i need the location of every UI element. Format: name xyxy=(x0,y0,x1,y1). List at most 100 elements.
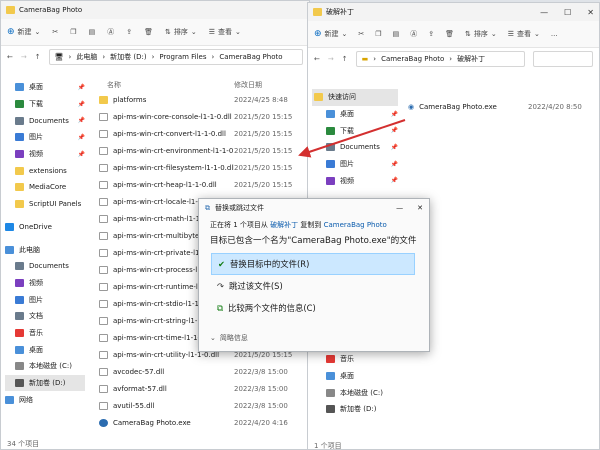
view-button[interactable]: ☰ 查看 ⌄ xyxy=(209,27,241,37)
file-copy-icon: ⧉ xyxy=(205,203,210,212)
rename-icon: Ⓐ xyxy=(107,28,115,36)
sidebar-item[interactable]: Documents 📌 xyxy=(312,139,398,156)
search-input[interactable] xyxy=(533,51,593,67)
list-item[interactable]: ◉ CameraBag Photo.exe 2022/4/20 8:50 xyxy=(408,98,598,115)
table-row[interactable]: api-ms-win-crt-environment-l1-1-0.dll 202… xyxy=(99,142,309,159)
destination-folder-link[interactable]: CameraBag Photo xyxy=(324,221,387,229)
sidebar-item[interactable]: 音乐 xyxy=(5,325,85,342)
sidebar-item[interactable]: 新加卷 (D:) xyxy=(5,374,85,392)
sidebar-item[interactable]: 图片 📌 xyxy=(312,156,398,173)
forward-arrow-icon[interactable]: → xyxy=(328,55,334,63)
left-window-title: CameraBag Photo xyxy=(19,6,83,14)
sidebar-item[interactable]: 快速访问 xyxy=(312,89,398,106)
breadcrumb-item[interactable]: 新加卷 (D:) xyxy=(110,52,146,62)
sidebar-item[interactable]: 网络 xyxy=(5,391,85,408)
sidebar-item[interactable]: 下载 📌 xyxy=(312,122,398,139)
file-date: 2022/3/8 15:00 xyxy=(234,401,288,410)
table-row[interactable]: api-ms-win-crt-convert-l1-1-0.dll 2021/5/… xyxy=(99,125,309,142)
date-column-header[interactable]: 修改日期 xyxy=(234,80,262,90)
copy-button[interactable]: ❐ xyxy=(375,30,381,38)
sidebar-item[interactable]: 视频 📌 xyxy=(5,146,85,163)
sidebar-item[interactable]: 视频 📌 xyxy=(312,172,398,189)
sidebar-item[interactable]: 此电脑 xyxy=(5,241,85,258)
copy-button[interactable]: ❐ xyxy=(70,28,76,36)
minimize-icon[interactable]: — xyxy=(396,204,403,212)
source-folder-link[interactable]: 破解补丁 xyxy=(270,221,298,229)
sidebar-item-label: 新加卷 (D:) xyxy=(340,405,377,414)
rename-button[interactable]: Ⓐ xyxy=(107,27,114,37)
sidebar-item[interactable]: extensions xyxy=(5,162,85,179)
sidebar-item[interactable]: 图片 📌 xyxy=(5,129,85,146)
sidebar-item[interactable]: 下载 📌 xyxy=(5,96,85,113)
table-row[interactable]: avformat-57.dll 2022/3/8 15:00 xyxy=(99,380,309,397)
rename-button[interactable]: Ⓐ xyxy=(410,29,417,39)
share-button[interactable]: ⇪ xyxy=(126,28,132,36)
view-button[interactable]: ☰ 查看 ⌄ xyxy=(508,29,540,39)
more-button[interactable]: ... xyxy=(551,30,558,38)
sidebar-item[interactable]: MediaCore xyxy=(5,179,85,196)
table-row[interactable]: api-ms-win-crt-filesystem-l1-1-0.dll 2021… xyxy=(99,159,309,176)
up-arrow-icon[interactable]: ↑ xyxy=(35,53,41,61)
sidebar-item[interactable]: ScriptUI Panels xyxy=(5,196,85,213)
sidebar-item[interactable]: 文档 xyxy=(5,308,85,325)
breadcrumb-item[interactable]: CameraBag Photo xyxy=(219,53,282,61)
table-row[interactable]: platforms 2022/4/25 8:48 xyxy=(99,91,309,108)
scissors-icon: ✂ xyxy=(52,28,59,36)
paste-button[interactable]: ▤ xyxy=(89,28,96,36)
compare-files-option[interactable]: ⧉ 比较两个文件的信息(C) xyxy=(211,297,415,319)
cut-button[interactable]: ✂ xyxy=(358,30,364,38)
sort-button[interactable]: ⇅ 排序 ⌄ xyxy=(165,27,197,37)
minimize-icon[interactable]: — xyxy=(540,8,548,17)
paste-button[interactable]: ▤ xyxy=(393,30,400,38)
close-icon[interactable]: ✕ xyxy=(417,204,423,212)
details-toggle[interactable]: ⌄ 简略信息 xyxy=(210,333,248,343)
sidebar-item[interactable]: 桌面 📌 xyxy=(312,106,398,123)
sidebar-item[interactable]: 本地磁盘 (C:) xyxy=(312,384,398,401)
right-address-bar[interactable]: ▬ › CameraBag Photo › 破解补丁 xyxy=(355,51,525,67)
compare-icon: ⧉ xyxy=(217,302,223,313)
table-row[interactable]: avcodec-57.dll 2022/3/8 15:00 xyxy=(99,363,309,380)
cut-button[interactable]: ✂ xyxy=(52,28,58,36)
copy-description: 正在将 1 个项目从 破解补丁 复制到 CameraBag Photo xyxy=(210,221,387,229)
forward-arrow-icon[interactable]: → xyxy=(21,53,27,61)
right-address-row: ← → ↑ ▬ › CameraBag Photo › 破解补丁 xyxy=(308,48,599,70)
sidebar-item[interactable]: 桌面 xyxy=(312,368,398,385)
table-row[interactable]: api-ms-win-core-console-l1-1-0.dll 2021/5… xyxy=(99,108,309,125)
back-arrow-icon[interactable]: ← xyxy=(7,53,13,61)
left-address-bar[interactable]: 🖥 › 此电脑 › 新加卷 (D:) › Program Files › CameraB… xyxy=(48,49,303,65)
close-icon[interactable]: ✕ xyxy=(587,8,594,17)
maximize-icon[interactable]: ☐ xyxy=(564,8,571,17)
skip-file-option[interactable]: ↷ 跳过该文件(S) xyxy=(211,275,415,297)
sidebar-item[interactable]: 本地磁盘 (C:) xyxy=(5,358,85,375)
videos-icon xyxy=(15,150,24,159)
new-button[interactable]: ⊕ 新建 ⌄ xyxy=(7,27,40,37)
sidebar-item[interactable]: Documents 📌 xyxy=(5,112,85,129)
table-row[interactable]: CameraBag Photo.exe 2022/4/20 4:16 xyxy=(99,414,309,431)
delete-button[interactable]: 🗑 xyxy=(144,28,153,36)
folder-icon xyxy=(15,166,24,175)
share-button[interactable]: ⇪ xyxy=(428,30,434,38)
sidebar-item[interactable]: 桌面 xyxy=(5,341,85,358)
delete-button[interactable]: 🗑 xyxy=(445,30,454,38)
sidebar-item[interactable]: OneDrive xyxy=(5,219,85,236)
sort-button[interactable]: ⇅ 排序 ⌄ xyxy=(465,29,497,39)
sidebar-item[interactable]: 音乐 xyxy=(312,351,398,368)
breadcrumb-item[interactable]: Program Files xyxy=(159,53,206,61)
replace-file-option[interactable]: ✔ 替换目标中的文件(R) xyxy=(211,253,415,275)
breadcrumb-item[interactable]: 此电脑 xyxy=(76,52,97,62)
desktop-icon xyxy=(15,345,24,354)
sidebar-item[interactable]: 新加卷 (D:) xyxy=(312,401,398,418)
back-arrow-icon[interactable]: ← xyxy=(314,55,320,63)
sidebar-item[interactable]: 图片 xyxy=(5,291,85,308)
breadcrumb-item[interactable]: CameraBag Photo xyxy=(381,55,444,63)
sidebar-item[interactable]: Documents xyxy=(5,258,85,275)
breadcrumb-item[interactable]: 破解补丁 xyxy=(457,54,485,64)
name-column-header[interactable]: 名称 xyxy=(99,80,234,90)
table-row[interactable]: api-ms-win-crt-heap-l1-1-0.dll 2021/5/20 … xyxy=(99,176,309,193)
new-button[interactable]: ⊕ 新建 ⌄ xyxy=(314,29,347,39)
sidebar-item[interactable]: 桌面 📌 xyxy=(5,79,85,96)
table-row[interactable]: avutil-55.dll 2022/3/8 15:00 xyxy=(99,397,309,414)
up-arrow-icon[interactable]: ↑ xyxy=(342,55,348,63)
sidebar-item[interactable]: 视频 xyxy=(5,275,85,292)
videos-icon xyxy=(15,278,24,287)
